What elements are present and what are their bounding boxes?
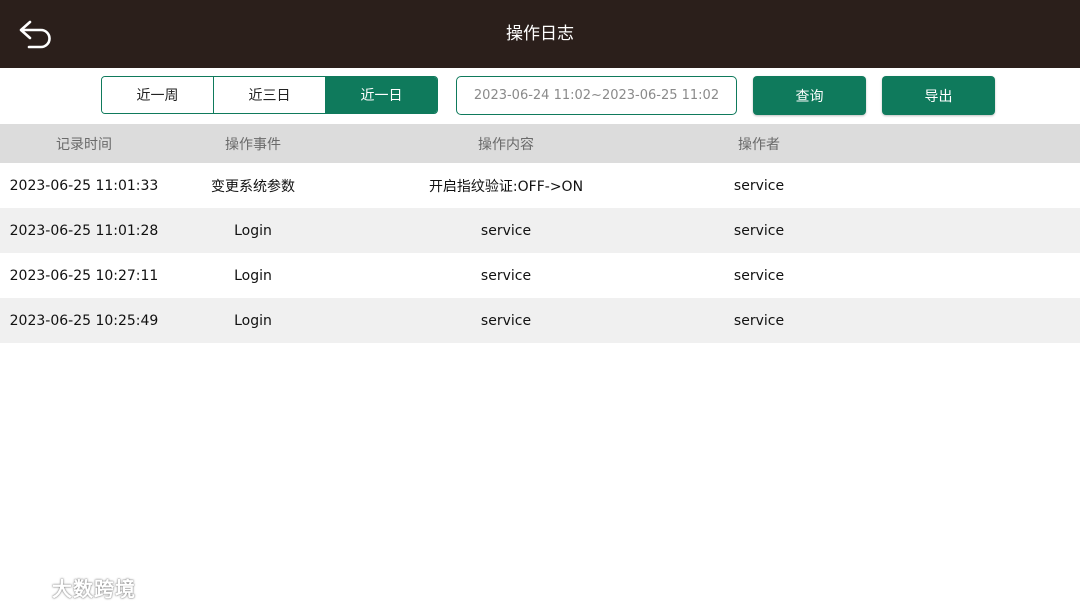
period-one-day-tab[interactable]: 近一日 bbox=[326, 77, 437, 113]
query-button[interactable]: 查询 bbox=[753, 76, 866, 115]
event-cell: Login bbox=[234, 222, 272, 239]
watermark-logo-icon bbox=[8, 577, 45, 597]
record-time-cell: 2023-06-25 11:01:33 bbox=[9, 177, 159, 194]
filter-toolbar: 近一周 近三日 近一日 2023-06-24 11:02~2023-06-25 … bbox=[0, 68, 1080, 124]
watermark-text: 大数跨境 bbox=[52, 576, 136, 601]
content-cell: service bbox=[480, 267, 532, 284]
column-header-operator: 操作者 bbox=[738, 136, 780, 153]
operator-cell: service bbox=[733, 177, 785, 194]
operator-cell: service bbox=[733, 312, 785, 329]
record-time-cell: 2023-06-25 10:25:49 bbox=[9, 312, 159, 329]
event-cell: Login bbox=[234, 267, 272, 284]
event-cell: Login bbox=[234, 312, 272, 329]
operator-cell: service bbox=[733, 267, 785, 284]
table-row[interactable]: 2023-06-25 11:01:28 Login service servic… bbox=[0, 208, 1080, 253]
operator-cell: service bbox=[733, 222, 785, 239]
date-range-field[interactable]: 2023-06-24 11:02~2023-06-25 11:02 bbox=[456, 76, 737, 115]
content-cell: service bbox=[480, 312, 532, 329]
column-header-record-time: 记录时间 bbox=[56, 136, 112, 153]
column-header-event: 操作事件 bbox=[225, 136, 281, 153]
back-arrow-icon bbox=[19, 20, 51, 49]
event-cell: 变更系统参数 bbox=[211, 178, 295, 195]
table-row[interactable]: 2023-06-25 10:25:49 Login service servic… bbox=[0, 298, 1080, 343]
back-button[interactable] bbox=[14, 14, 58, 54]
period-week-tab[interactable]: 近一周 bbox=[102, 77, 214, 113]
content-cell: service bbox=[480, 222, 532, 239]
period-three-days-tab[interactable]: 近三日 bbox=[214, 77, 326, 113]
content-cell: 开启指纹验证:OFF->ON bbox=[428, 178, 584, 195]
title-bar: 操作日志 bbox=[0, 0, 1080, 68]
column-header-content: 操作内容 bbox=[478, 136, 534, 153]
page-title: 操作日志 bbox=[506, 24, 574, 44]
record-time-cell: 2023-06-25 10:27:11 bbox=[9, 267, 159, 284]
table-row[interactable]: 2023-06-25 10:27:11 Login service servic… bbox=[0, 253, 1080, 298]
table-header: 记录时间 操作事件 操作内容 操作者 bbox=[0, 124, 1080, 163]
log-table: 记录时间 操作事件 操作内容 操作者 2023-06-25 11:01:33 变… bbox=[0, 124, 1080, 343]
period-selector: 近一周 近三日 近一日 bbox=[101, 76, 438, 114]
watermark: 大数跨境 bbox=[8, 572, 136, 602]
table-row[interactable]: 2023-06-25 11:01:33 变更系统参数 开启指纹验证:OFF->O… bbox=[0, 163, 1080, 208]
export-button[interactable]: 导出 bbox=[882, 76, 995, 115]
record-time-cell: 2023-06-25 11:01:28 bbox=[9, 222, 159, 239]
